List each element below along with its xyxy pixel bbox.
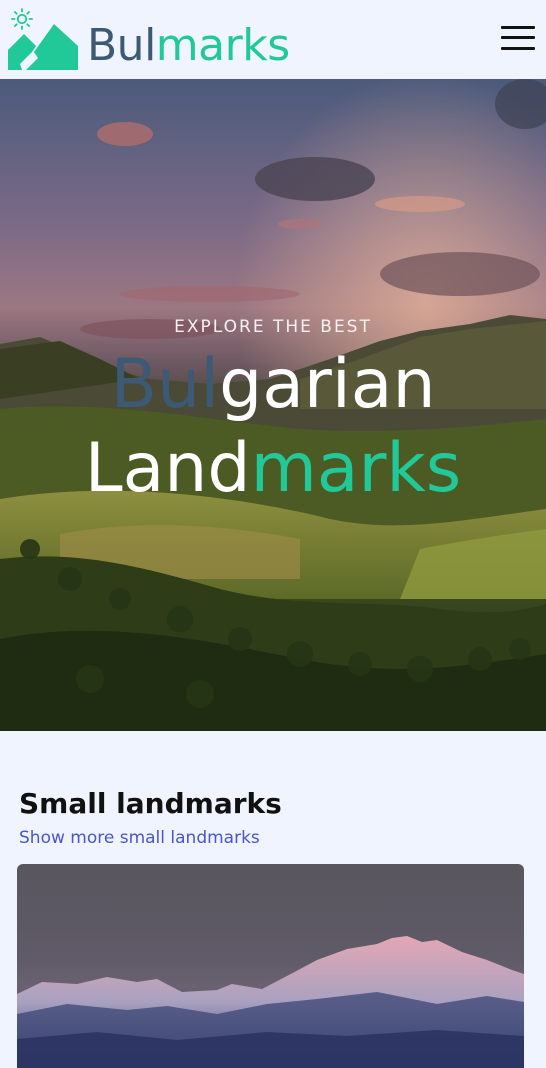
hero-eyebrow: EXPLORE THE BEST — [174, 317, 372, 337]
hero-title-part4: marks — [250, 429, 462, 508]
brand-wordmark: Bulmarks — [87, 22, 290, 70]
hero-title-part3: Land — [84, 429, 251, 508]
site-header: Bulmarks — [0, 0, 546, 79]
mountains-logo-icon — [8, 24, 78, 70]
brand-name-part1: Bul — [87, 20, 156, 71]
hero-title-line1: Bulgarian — [0, 345, 546, 425]
brand-name-part2: marks — [155, 20, 290, 71]
hero-title-part1: Bul — [110, 345, 220, 424]
landmark-card[interactable] — [17, 864, 524, 1068]
hamburger-menu-icon[interactable] — [501, 24, 535, 52]
landmark-card-image — [17, 936, 524, 1068]
hero-title-part2: garian — [219, 345, 436, 424]
brand-logo[interactable]: Bulmarks — [8, 22, 290, 70]
show-more-small-landmarks-link[interactable]: Show more small landmarks — [19, 828, 260, 848]
section-title: Small landmarks — [19, 787, 282, 820]
hero-title-line2: Landmarks — [0, 429, 546, 509]
hero-banner: EXPLORE THE BEST Bulgarian Landmarks — [0, 79, 546, 731]
